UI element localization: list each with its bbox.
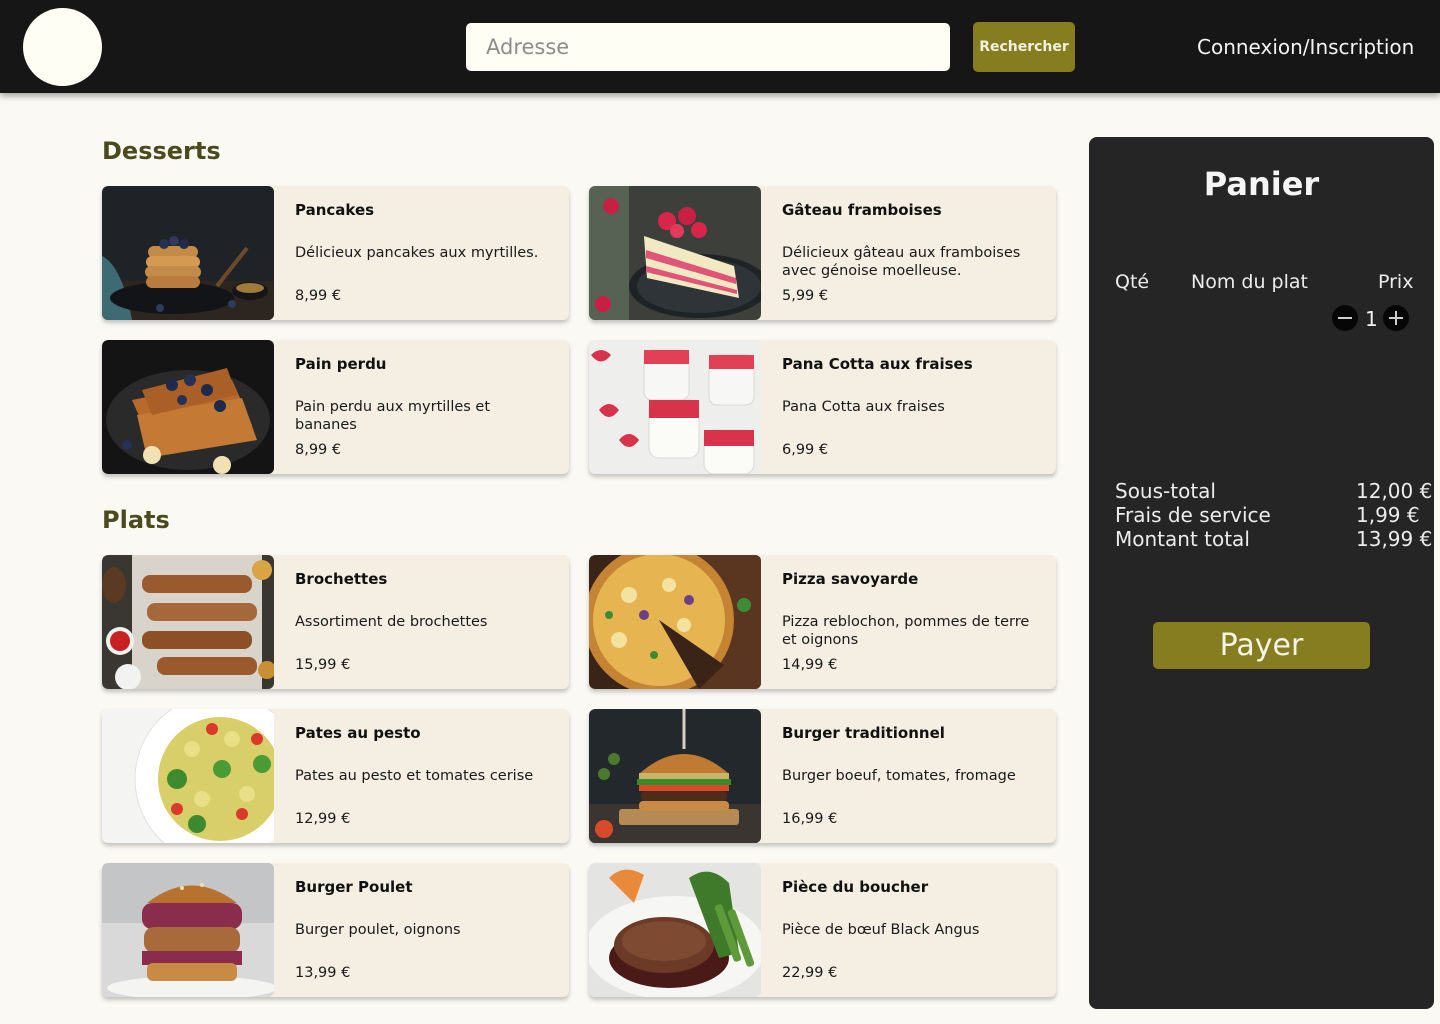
total-value: 13,99 € (1356, 527, 1433, 551)
cart-column-price: Prix (1378, 271, 1414, 293)
dish-description: Pizza reblochon, pommes de terre et oign… (782, 614, 1030, 648)
dish-card-gateau-framboises[interactable]: Gâteau framboises Délicieux gâteau aux f… (589, 186, 1056, 320)
dish-name: Burger Poulet (295, 878, 413, 896)
dish-description: Pana Cotta aux fraises (782, 399, 945, 415)
decrease-quantity-button[interactable] (1332, 305, 1358, 331)
logo[interactable] (23, 8, 102, 86)
total-label: Montant total (1115, 527, 1250, 551)
section-title-plats: Plats (102, 506, 170, 534)
dish-description: Délicieux gâteau aux framboises avec gén… (782, 245, 1021, 279)
dish-price: 22,99 € (782, 965, 838, 981)
pay-button[interactable]: Payer (1153, 622, 1370, 669)
cart-quantity-value: 1 (1365, 307, 1378, 331)
dish-name: Gâteau framboises (782, 201, 942, 219)
raspberry-cake-photo (589, 186, 761, 320)
dish-name: Pates au pesto (295, 724, 421, 742)
dish-description: Pièce de bœuf Black Angus (782, 922, 980, 938)
subtotal-value: 12,00 € (1356, 479, 1433, 503)
dish-name: Pana Cotta aux fraises (782, 355, 973, 373)
cart-panel: Panier Qté Nom du plat Prix (1089, 137, 1434, 1009)
dish-price: 5,99 € (782, 288, 829, 304)
dish-price: 8,99 € (295, 442, 342, 458)
beef-burger-photo (589, 709, 761, 843)
cart-column-name: Nom du plat (1191, 271, 1308, 293)
search-button[interactable]: Rechercher (973, 22, 1075, 72)
dish-card-piece-du-boucher[interactable]: Pièce du boucher Pièce de bœuf Black Ang… (589, 863, 1056, 997)
pancakes-photo (102, 186, 274, 320)
dish-description: Burger poulet, oignons (295, 922, 461, 938)
dish-price: 15,99 € (295, 657, 351, 673)
skewers-photo (102, 555, 274, 689)
chicken-burger-photo (102, 863, 274, 997)
service-fee-label: Frais de service (1115, 503, 1271, 527)
french-toast-photo (102, 340, 274, 474)
dish-name: Burger traditionnel (782, 724, 945, 742)
dish-price: 6,99 € (782, 442, 829, 458)
dish-price: 13,99 € (295, 965, 351, 981)
dish-price: 16,99 € (782, 811, 838, 827)
dish-description: Pain perdu aux myrtilles et bananes (295, 399, 491, 433)
section-title-desserts: Desserts (102, 137, 221, 165)
pesto-pasta-photo (102, 709, 274, 843)
steak-photo (589, 863, 761, 997)
pizza-photo (589, 555, 761, 689)
subtotal-label: Sous-total (1115, 479, 1216, 503)
dish-name: Pizza savoyarde (782, 570, 919, 588)
dish-card-pana-cotta[interactable]: Pana Cotta aux fraises Pana Cotta aux fr… (589, 340, 1056, 474)
dish-price: 12,99 € (295, 811, 351, 827)
panna-cotta-photo (589, 340, 761, 474)
dish-description: Pates au pesto et tomates cerise (295, 768, 534, 784)
login-signup-link[interactable]: Connexion/Inscription (1197, 35, 1414, 59)
cart-title: Panier (1203, 165, 1320, 203)
increase-quantity-button[interactable] (1383, 305, 1409, 331)
dish-description: Burger boeuf, tomates, fromage (782, 768, 1016, 784)
dish-name: Pancakes (295, 201, 375, 219)
dish-card-brochettes[interactable]: Brochettes Assortiment de brochettes 15,… (102, 555, 569, 689)
dish-description: Délicieux pancakes aux myrtilles. (295, 245, 539, 261)
dish-card-pates-au-pesto[interactable]: Pates au pesto Pates au pesto et tomates… (102, 709, 569, 843)
dish-price: 8,99 € (295, 288, 342, 304)
dish-name: Pièce du boucher (782, 878, 929, 896)
top-navigation-bar: Rechercher Connexion/Inscription (0, 0, 1440, 93)
dish-card-burger-poulet[interactable]: Burger Poulet Burger poulet, oignons 13,… (102, 863, 569, 997)
dish-card-pain-perdu[interactable]: Pain perdu Pain perdu aux myrtilles et b… (102, 340, 569, 474)
service-fee-value: 1,99 € (1356, 503, 1420, 527)
dish-description: Assortiment de brochettes (295, 614, 488, 630)
dish-name: Brochettes (295, 570, 388, 588)
dish-card-pizza-savoyarde[interactable]: Pizza savoyarde Pizza reblochon, pommes … (589, 555, 1056, 689)
dish-price: 14,99 € (782, 657, 838, 673)
address-search-input[interactable] (466, 23, 950, 71)
dish-name: Pain perdu (295, 355, 387, 373)
cart-column-qty: Qté (1115, 271, 1150, 293)
dish-card-pancakes[interactable]: Pancakes Délicieux pancakes aux myrtille… (102, 186, 569, 320)
dish-card-burger-traditionnel[interactable]: Burger traditionnel Burger boeuf, tomate… (589, 709, 1056, 843)
